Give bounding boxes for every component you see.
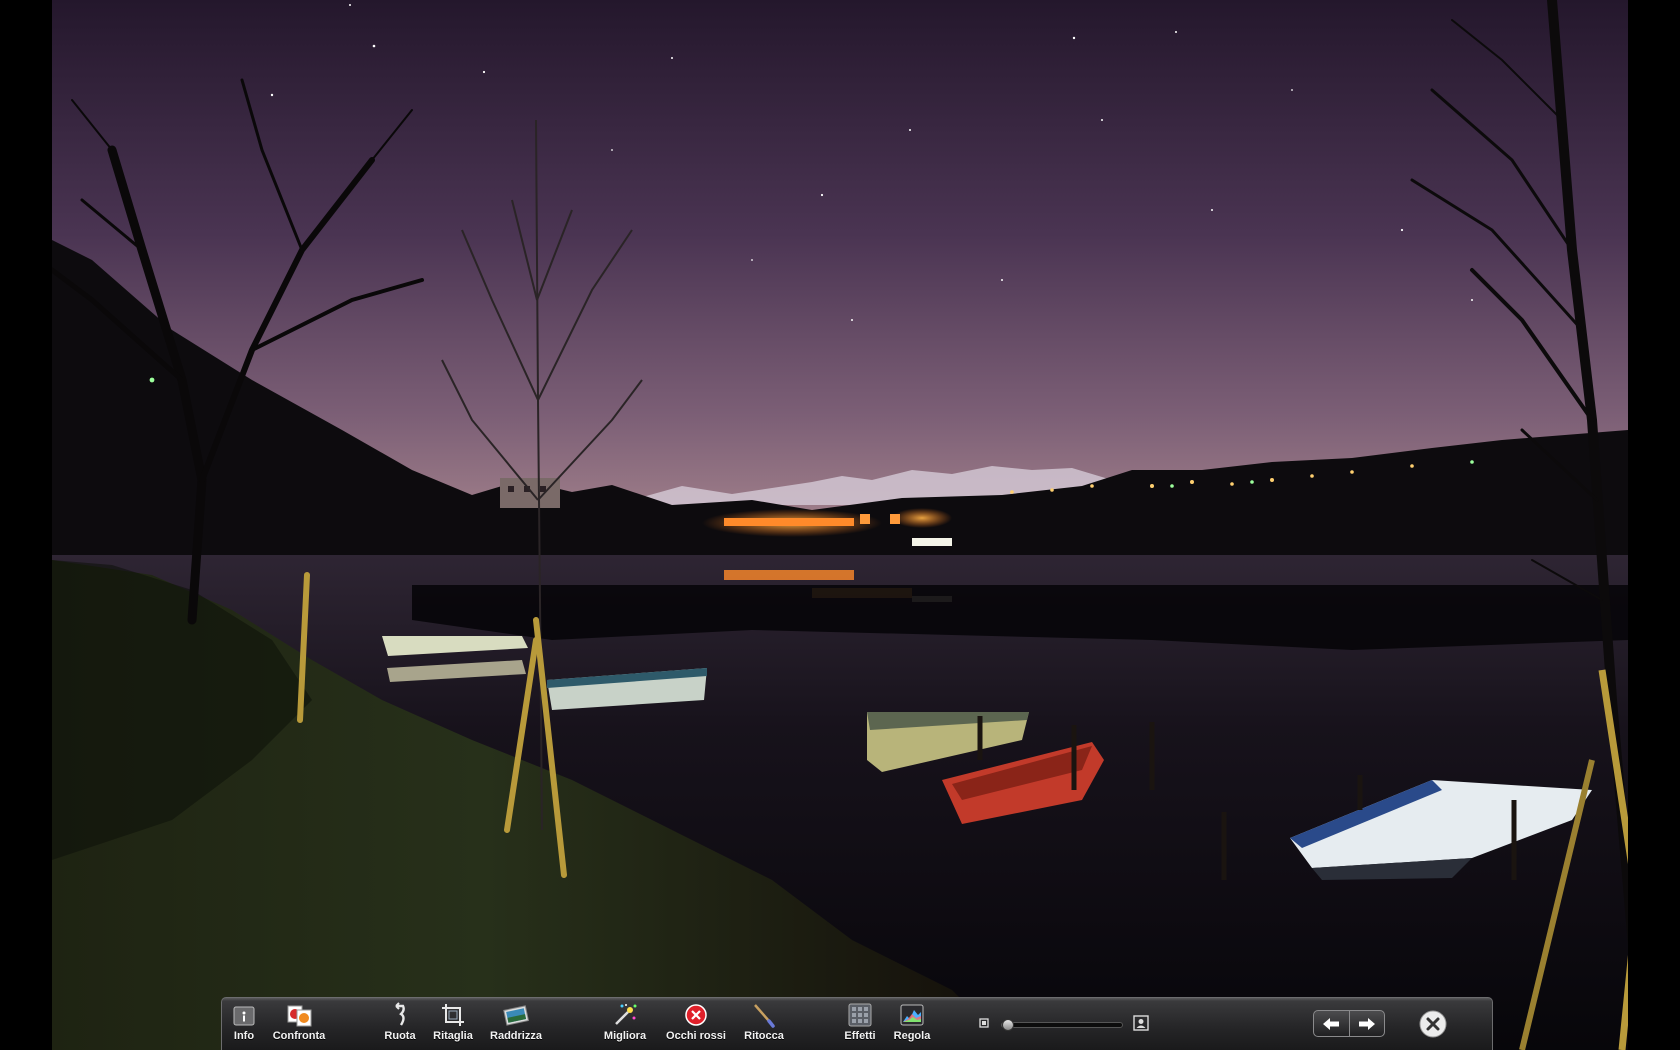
zoom-control [979, 1015, 1149, 1031]
enhance-label: Migliora [603, 1030, 647, 1042]
info-icon [233, 1006, 255, 1026]
arrow-right-icon [1358, 1017, 1375, 1030]
rotate-button[interactable]: Ruota [380, 1002, 420, 1050]
previous-photo-button[interactable] [1314, 1011, 1349, 1036]
retouch-label: Ritocca [744, 1030, 784, 1042]
retouch-button[interactable]: Ritocca [740, 1002, 788, 1050]
adjust-label: Regola [893, 1030, 931, 1042]
crop-label: Ritaglia [433, 1030, 473, 1042]
red-eye-label: Occhi rossi [666, 1030, 726, 1042]
info-button[interactable]: Info [226, 1002, 262, 1050]
effects-grid-icon [848, 1003, 872, 1027]
compare-label: Confronta [272, 1030, 326, 1042]
straighten-button[interactable]: Raddrizza [486, 1002, 546, 1050]
zoom-slider[interactable] [1001, 1019, 1123, 1031]
effects-button[interactable]: Effetti [838, 1002, 882, 1050]
large-photo-icon[interactable] [1133, 1015, 1149, 1031]
red-eye-icon [685, 1004, 707, 1026]
compare-icon [287, 1005, 312, 1027]
arrow-left-icon [1323, 1017, 1340, 1030]
effects-label: Effetti [844, 1030, 876, 1042]
crop-button[interactable]: Ritaglia [430, 1002, 476, 1050]
rotate-label: Ruota [384, 1030, 416, 1042]
edit-toolbar: Info Confronta Ruota Ritaglia Raddrizza … [221, 997, 1493, 1050]
brush-icon [754, 1004, 775, 1028]
photo-canvas [52, 0, 1628, 1050]
house [500, 478, 560, 508]
info-label: Info [233, 1030, 255, 1042]
red-eye-button[interactable]: Occhi rossi [662, 1002, 730, 1050]
adjust-button[interactable]: Regola [890, 1002, 934, 1050]
rotate-icon [395, 1002, 405, 1026]
next-photo-button[interactable] [1350, 1011, 1385, 1036]
magic-wand-icon [615, 1004, 637, 1025]
straighten-label: Raddrizza [490, 1030, 542, 1042]
small-photo-icon[interactable] [979, 1018, 989, 1028]
close-icon [1419, 1010, 1447, 1038]
photo-viewer[interactable] [52, 0, 1628, 1050]
compare-button[interactable]: Confronta [268, 1002, 330, 1050]
close-button[interactable] [1419, 1010, 1447, 1038]
photo-navigation [1313, 1010, 1385, 1037]
histogram-icon [900, 1004, 924, 1026]
straighten-icon [503, 1005, 529, 1026]
enhance-button[interactable]: Migliora [598, 1002, 652, 1050]
zoom-slider-thumb[interactable] [1002, 1019, 1014, 1031]
crop-icon [442, 1004, 464, 1026]
